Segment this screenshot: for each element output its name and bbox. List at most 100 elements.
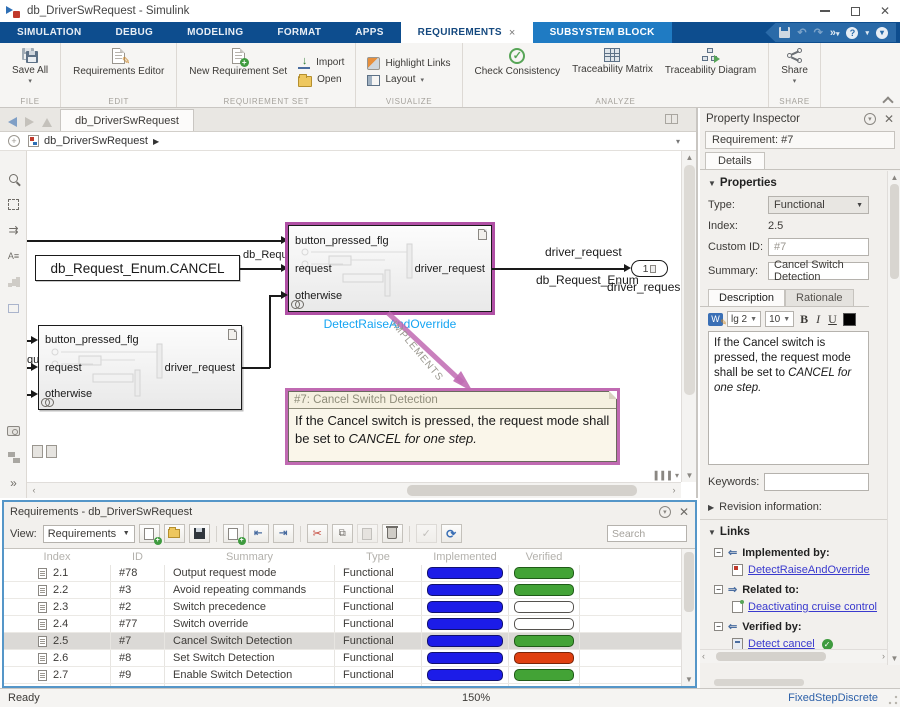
table-row[interactable]: 2.3 #2 Switch precedence Functional [4,599,695,616]
underline-button[interactable]: U [826,312,839,327]
search-input[interactable] [607,525,687,542]
tab-debug[interactable]: DEBUG [98,22,170,43]
breadcrumb-dropdown-icon[interactable]: ▾ [676,137,680,146]
table-scrollbar[interactable]: ▼ [681,549,695,686]
verify-button[interactable]: ✓ [416,524,437,543]
subsystem-block-lower[interactable]: button_pressed_flg request otherwise dri… [38,325,242,410]
scroll-left-icon[interactable]: ‹ [27,483,41,499]
italic-button[interactable]: I [814,312,822,327]
help-icon[interactable]: ? [846,27,858,39]
library-blocks-icon[interactable] [0,444,27,470]
related-to-group[interactable]: − ⇒ Related to: [700,579,887,598]
demote-requirement-button[interactable]: ⇥ [273,524,294,543]
verified-by-group[interactable]: − ⇐ Verified by: [700,616,887,635]
description-editor[interactable]: If the Cancel switch is pressed, the req… [708,331,869,465]
table-row[interactable]: 2.7 #9 Enable Switch Detection Functiona… [4,667,695,684]
word-import-icon[interactable]: W [708,313,723,326]
wire[interactable] [269,295,271,368]
new-requirement-set-button[interactable]: + New Requirement Set [185,47,291,79]
badge-icon[interactable] [46,445,57,458]
delete-button[interactable] [382,524,403,543]
traceability-matrix-button[interactable]: Traceability Matrix [568,47,657,77]
table-row-selected[interactable]: 2.5 #7 Cancel Switch Detection Functiona… [4,633,695,650]
wire[interactable] [27,240,281,242]
tab-requirements[interactable]: REQUIREMENTS× [401,22,533,43]
zoom-tool-icon[interactable] [0,165,27,191]
table-row[interactable]: 2.1 #78 Output request mode Functional [4,565,695,582]
undo-icon[interactable]: ↶ [797,26,806,39]
open-button[interactable]: Open [295,73,347,87]
summary-field[interactable]: Cancel Switch Detection [768,262,869,280]
scroll-down-icon[interactable]: ▼ [682,469,697,482]
more-actions-icon[interactable]: »▾ [830,27,840,39]
custom-id-field[interactable]: #7 [768,238,869,256]
annotation-tool-icon[interactable]: A≡ [0,243,27,269]
save-all-button[interactable]: Save All ▾ [8,47,52,87]
related-to-link[interactable]: Deactivating cruise control [748,601,877,613]
font-color-swatch[interactable] [843,313,856,326]
tab-simulation[interactable]: SIMULATION [0,22,98,43]
signal-builder-icon[interactable] [0,269,27,295]
scroll-down-icon[interactable]: ▼ [888,652,900,665]
collapse-ribbon-icon[interactable] [882,97,892,104]
redo-icon[interactable]: ↷ [814,26,823,39]
import-button[interactable]: ↓ Import [295,56,347,69]
implemented-by-link[interactable]: DetectRaiseAndOverride [748,564,870,576]
area-tool-icon[interactable] [0,295,27,321]
promote-requirement-button[interactable]: ⇤ [248,524,269,543]
add-requirement-button[interactable]: + [223,524,244,543]
constant-block[interactable]: db_Request_Enum.CANCEL [35,255,240,281]
scroll-thumb[interactable] [716,652,826,661]
search-docs-icon[interactable]: ▾ [876,27,888,39]
tab-apps[interactable]: APPS [338,22,400,43]
scroll-up-icon[interactable]: ▲ [888,171,900,184]
forward-icon[interactable] [25,117,34,127]
requirement-annotation[interactable]: #7: Cancel Switch Detection If the Cance… [285,388,620,465]
resize-grip[interactable] [888,695,898,705]
paste-button[interactable] [357,524,378,543]
table-row[interactable]: 2.2 #3 Avoid repeating commands Function… [4,582,695,599]
canvas-vertical-scrollbar[interactable]: ▲ ▼ [681,151,696,482]
link-badge-icon[interactable] [41,398,53,407]
check-consistency-button[interactable]: ✓ Check Consistency [471,47,565,79]
scroll-down-icon[interactable]: ▼ [682,673,696,686]
save-icon[interactable] [779,27,790,38]
document-tab[interactable]: db_DriverSwRequest [60,109,194,131]
tab-description[interactable]: Description [708,289,785,306]
type-select[interactable]: Functional▼ [768,196,869,214]
tab-format[interactable]: FORMAT [260,22,338,43]
tab-rationale[interactable]: Rationale [785,289,853,306]
signal-routing-icon[interactable]: ⇉ [0,217,27,243]
tab-details[interactable]: Details [705,152,765,169]
panel-menu-icon[interactable]: ▾ [659,506,671,518]
properties-section-header[interactable]: ▼Properties [700,171,887,193]
close-tab-icon[interactable]: × [509,27,516,39]
scroll-right-icon[interactable]: › [882,651,885,661]
save-requirement-set-button[interactable] [189,524,210,543]
close-button[interactable]: ✕ [870,0,900,22]
badge-icon[interactable] [32,445,43,458]
share-button[interactable]: Share ▾ [777,47,812,87]
collapse-icon[interactable]: − [714,622,723,631]
keywords-field[interactable] [764,473,869,491]
links-scroll-thumb[interactable] [714,679,804,686]
table-row[interactable]: 2.4 #77 Switch override Functional [4,616,695,633]
scroll-left-icon[interactable]: ‹ [702,651,705,661]
new-requirement-set-button[interactable]: + [139,524,160,543]
layout-button[interactable]: Layout ▾ [364,74,453,86]
breadcrumb-caret-icon[interactable]: ▶ [153,137,159,146]
tab-modeling[interactable]: MODELING [170,22,260,43]
expand-palette-icon[interactable]: » [0,470,27,496]
scroll-up-icon[interactable]: ▲ [682,151,697,164]
outport-block[interactable]: 1 [631,260,668,277]
requirements-editor-button[interactable]: ✎ Requirements Editor [69,47,168,79]
breadcrumb-model[interactable]: db_DriverSwRequest [44,135,148,147]
scroll-right-icon[interactable]: › [667,483,681,499]
scroll-thumb[interactable] [407,485,637,496]
scroll-thumb[interactable] [684,552,694,612]
splitter-icon[interactable]: ▐▐▐ ▾ [652,471,680,480]
back-icon[interactable] [8,117,17,127]
wire[interactable] [240,268,281,270]
scroll-thumb[interactable] [890,184,899,279]
maximize-button[interactable] [840,0,870,22]
